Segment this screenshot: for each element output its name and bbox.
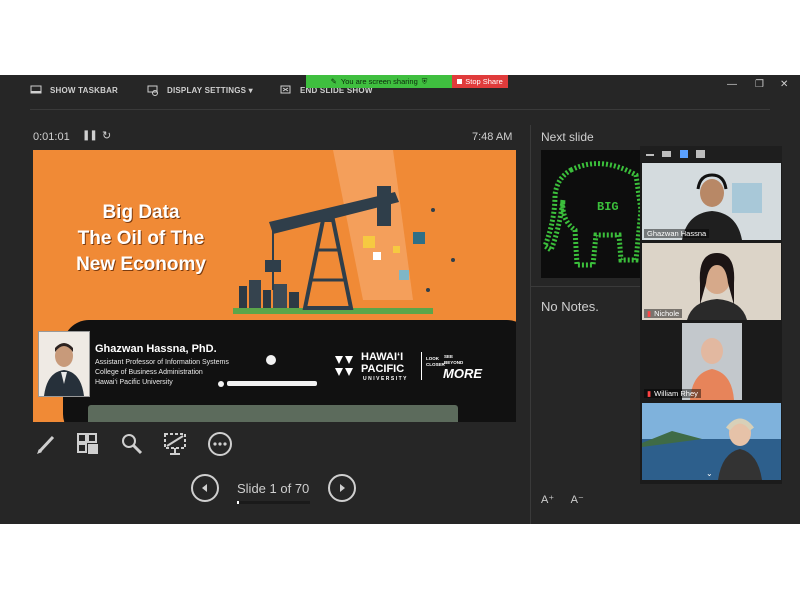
participant-tile[interactable]: Ghazwan Hassna — [642, 163, 781, 240]
tablet-screen-graphic — [88, 405, 458, 422]
speaker-title: Assistant Professor of Information Syste… — [95, 359, 229, 366]
taskbar-icon — [30, 85, 42, 94]
show-taskbar-label: SHOW TASKBAR — [50, 85, 119, 95]
slide-title-line: The Oil of The — [77, 228, 205, 249]
next-slide-thumbnail[interactable]: BIG — [541, 150, 641, 278]
stop-icon — [457, 79, 463, 84]
screen-sharing-status: You are screen sharing — [340, 77, 418, 86]
binary-elephant-graphic: BIG — [541, 161, 641, 268]
logo-look: LOOK — [426, 356, 439, 361]
participant-name: ▮ Nichole — [644, 309, 683, 318]
font-size-controls: A⁺ A⁻ — [541, 493, 598, 506]
current-slide[interactable]: Big Data The Oil of The New Economy Ghaz… — [33, 150, 516, 422]
speaker-view-icon[interactable] — [662, 151, 671, 157]
toolbar-divider — [30, 109, 770, 110]
slide-counter: Slide 1 of 70 — [237, 481, 310, 496]
decrease-font-button[interactable]: A⁻ — [571, 494, 584, 506]
restore-button[interactable]: ❐ — [755, 79, 764, 90]
video-participants-panel: Ghazwan Hassna ▮Nichole ▮William Rhey — [640, 146, 782, 484]
increase-font-button[interactable]: A⁺ — [541, 494, 554, 506]
participant-name: ▮ William Rhey — [644, 389, 701, 398]
restart-icon[interactable]: ↻ — [102, 129, 111, 142]
speaker-university: Hawai‘i Pacific University — [95, 379, 173, 386]
logo-more: MORE — [443, 366, 482, 381]
next-slide-icon[interactable] — [328, 474, 356, 502]
speaker-name: Ghazwan Hassna, PhD. — [95, 343, 217, 355]
logo-pacific: PACIFIC — [361, 363, 405, 375]
end-show-icon — [280, 85, 291, 94]
participant-tile[interactable]: ▮ Nichole — [642, 243, 781, 320]
shield-icon: ⛨ — [421, 76, 428, 86]
logo-university: UNIVERSITY — [363, 376, 409, 382]
slide-title-line: New Economy — [76, 254, 206, 275]
pen-icon[interactable] — [33, 431, 59, 457]
participant-name-text: William Rhey — [654, 389, 698, 398]
speaker-photo — [38, 331, 90, 397]
next-slide-label: Next slide — [541, 130, 594, 144]
participant-name-text: Ghazwan Hassna — [647, 229, 707, 238]
elapsed-timer: 0:01:01 — [33, 131, 70, 143]
presenter-toolbar: SHOW TASKBAR DISPLAY SETTINGS ▾ END SLID… — [0, 75, 800, 109]
participant-tile[interactable]: ⌄ — [642, 403, 781, 480]
slideshow-presenter-view: SHOW TASKBAR DISPLAY SETTINGS ▾ END SLID… — [0, 75, 800, 524]
magnifier-icon[interactable] — [119, 431, 145, 457]
participant-name: Ghazwan Hassna — [644, 229, 710, 238]
logo-hawaii: HAWAI‘I — [361, 351, 404, 363]
panel-divider — [530, 125, 531, 524]
minimize-view-icon[interactable] — [646, 154, 654, 156]
participant-name-text: Nichole — [654, 309, 680, 318]
close-button[interactable]: ✕ — [780, 79, 788, 90]
chevron-down-icon[interactable]: ⌄ — [706, 469, 713, 478]
slider-graphic — [218, 355, 317, 387]
next-slide-thumb-text: BIG — [597, 200, 619, 214]
logo-divider — [421, 352, 422, 380]
view-switcher — [640, 146, 782, 162]
display-settings-button[interactable]: DISPLAY SETTINGS ▾ — [147, 85, 253, 96]
logo-see: SEE — [444, 354, 454, 359]
subtitles-icon[interactable] — [163, 431, 189, 457]
slide-title: Big Data The Oil of The New Economy — [51, 200, 231, 278]
avatar — [39, 332, 89, 396]
minimize-button[interactable]: — — [727, 79, 737, 90]
current-time: 7:48 AM — [472, 131, 513, 143]
notes-divider — [531, 286, 641, 287]
grid-icon[interactable] — [75, 431, 101, 457]
speaker-college: College of Business Administration — [95, 369, 203, 376]
strip-view-icon[interactable] — [680, 150, 688, 158]
more-icon[interactable] — [207, 431, 233, 457]
participant-tile[interactable]: ▮ William Rhey — [642, 323, 781, 400]
logo-closer: CLOSER — [426, 362, 445, 367]
slide-title-line: Big Data — [102, 202, 180, 223]
speaker-notes: No Notes. — [541, 299, 599, 314]
slide-progress-fill — [237, 501, 239, 504]
muted-mic-icon: ▮ — [647, 389, 652, 398]
logo-beyond: BEYOND — [444, 360, 464, 365]
screen-sharing-banner: ✎ You are screen sharing ⛨ — [306, 75, 452, 88]
display-settings-icon — [147, 85, 158, 96]
university-seal-icon — [335, 356, 353, 376]
display-settings-label: DISPLAY SETTINGS ▾ — [167, 86, 253, 95]
prev-slide-icon[interactable] — [191, 474, 219, 502]
muted-mic-icon: ▮ — [647, 309, 652, 318]
slide-progress-bar — [237, 501, 310, 504]
stop-share-label: Stop Share — [465, 77, 503, 86]
gallery-view-icon[interactable] — [696, 150, 705, 158]
share-status-icon: ✎ — [330, 77, 337, 86]
stop-share-button[interactable]: Stop Share — [452, 75, 508, 88]
pause-icon[interactable]: ❚❚ — [82, 130, 98, 141]
show-taskbar-button[interactable]: SHOW TASKBAR — [30, 85, 118, 95]
